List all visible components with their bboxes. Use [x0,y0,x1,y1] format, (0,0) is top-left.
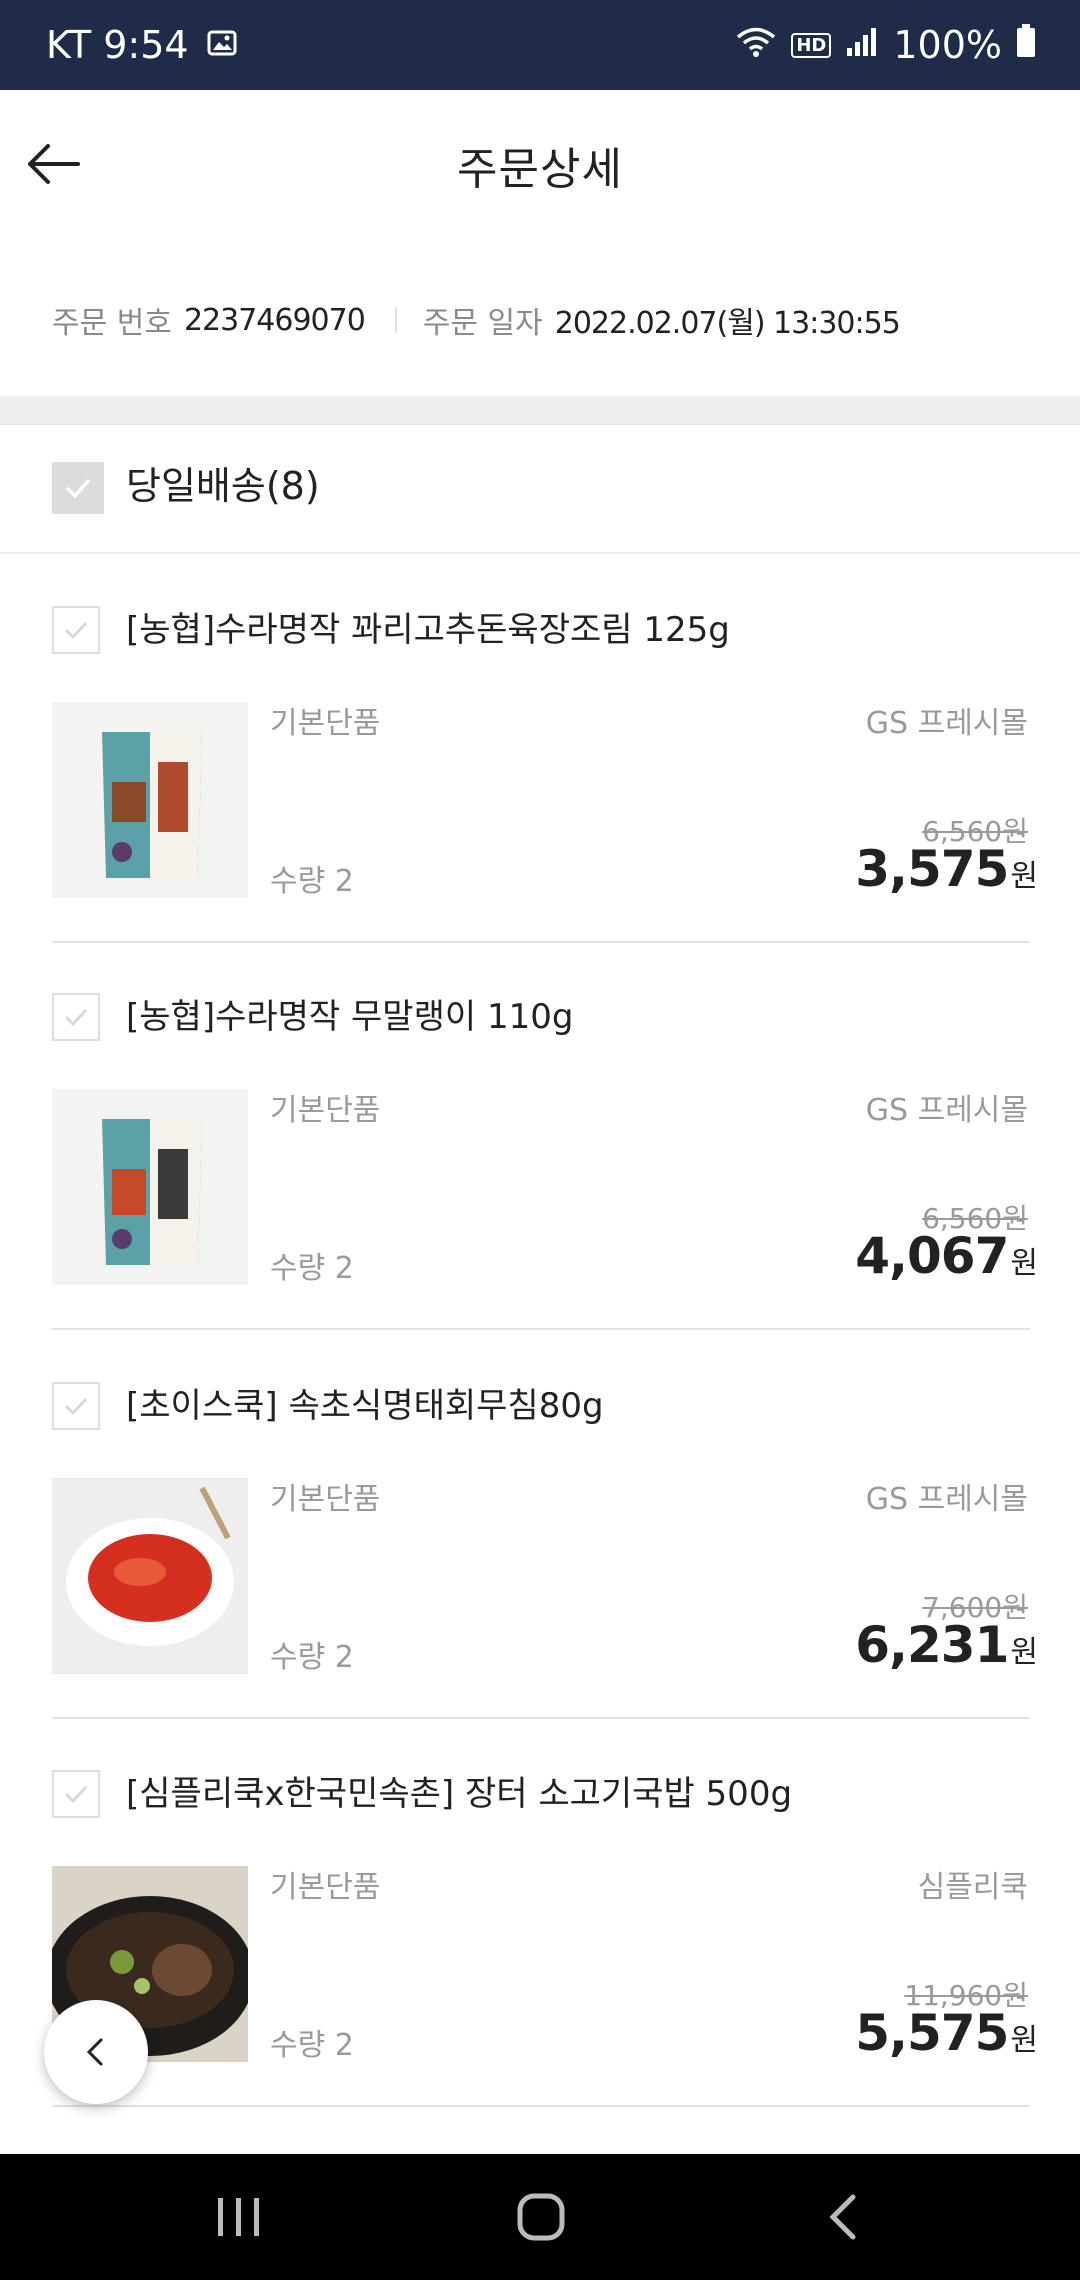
item-option: 기본단품 [270,1093,381,1128]
wifi-icon [735,23,777,67]
item-checkbox[interactable] [52,606,100,654]
item-quantity: 수량 2 [270,1251,354,1286]
product-image[interactable] [52,1478,248,1674]
order-item: [농협]수라명작 꽈리고추돈육장조림 125g 기본단품 GS 프레시몰 수량 … [0,554,1080,943]
item-option: 기본단품 [270,706,381,741]
sale-price: 4,067원 [855,1227,1038,1285]
item-name[interactable]: [농협]수라명작 무말랭이 110g [126,985,573,1049]
app-header: 주문상세 [0,90,1080,240]
sale-price-unit: 원 [1010,1635,1038,1670]
order-item: [초이스쿡] 속초식명태회무침80g 기본단품 GS 프레시몰 수량 2 7,6… [0,1330,1080,1719]
sale-price-value: 4,067 [855,1227,1009,1285]
item-checkbox[interactable] [52,1382,100,1430]
order-date-value: 2022.02.07(월) 13:30:55 [554,306,901,341]
section-divider [0,396,1080,425]
item-checkbox[interactable] [52,1770,100,1818]
item-seller: GS 프레시몰 [865,1093,1028,1128]
image-notification-icon [207,23,237,67]
chevron-left-icon [86,2038,103,2066]
battery-level: 100% [893,23,1002,67]
battery-icon [1016,23,1036,67]
order-info: 주문 번호 2237469070 주문 일자 2022.02.07(월) 13:… [52,290,901,350]
sale-price: 3,575원 [855,840,1038,898]
item-option: 기본단품 [270,1870,381,1905]
item-seller: GS 프레시몰 [865,1482,1028,1517]
system-back-icon[interactable] [808,2182,878,2252]
item-quantity: 수량 2 [270,1640,354,1675]
product-image[interactable] [52,1089,248,1285]
item-option: 기본단품 [270,1482,381,1517]
order-item: [심플리쿡x한국민속촌] 장터 소고기국밥 500g 기본단품 심플리쿡 수량 … [0,1718,1080,2107]
order-item: [농협]수라명작 무말랭이 110g 기본단품 GS 프레시몰 수량 2 6,5… [0,941,1080,1330]
page-title: 주문상세 [457,144,623,195]
sale-price-unit: 원 [1010,859,1038,894]
sale-price-value: 5,575 [855,2004,1009,2062]
item-quantity: 수량 2 [270,864,354,899]
item-seller: GS 프레시몰 [865,706,1028,741]
recent-apps-icon[interactable] [204,2182,274,2252]
item-name[interactable]: [심플리쿡x한국민속촌] 장터 소고기국밥 500g [126,1762,792,1826]
status-left: KT 9:54 [46,0,237,90]
item-name[interactable]: [초이스쿡] 속초식명태회무침80g [126,1374,604,1438]
info-separator [394,307,397,333]
status-right: HD 100% [735,0,1036,90]
hd-badge: HD [791,32,832,58]
sale-price: 6,231원 [855,1616,1038,1674]
sale-price-value: 6,231 [855,1616,1009,1674]
product-image[interactable] [52,702,248,898]
sale-price-unit: 원 [1010,1246,1038,1281]
group-checkbox[interactable] [52,462,104,514]
item-seller: 심플리쿡 [917,1870,1028,1905]
home-icon[interactable] [506,2182,576,2252]
order-number-value: 2237469070 [183,302,366,338]
back-arrow-icon[interactable] [22,132,86,196]
sale-price: 5,575원 [855,2004,1038,2062]
floating-back-button[interactable] [44,2000,148,2104]
order-date-label: 주문 일자 [422,306,543,341]
item-checkbox[interactable] [52,993,100,1041]
signal-icon [845,23,879,67]
sale-price-value: 3,575 [855,840,1009,898]
item-quantity: 수량 2 [270,2028,354,2063]
carrier-time: KT 9:54 [46,23,189,67]
sale-price-unit: 원 [1010,2023,1038,2058]
status-bar: KT 9:54 HD 100% [0,0,1080,90]
system-nav-bar [0,2154,1080,2280]
order-number-label: 주문 번호 [52,306,172,341]
delivery-group-label: 당일배송(8) [126,464,320,508]
item-divider [52,2105,1030,2107]
delivery-group-header: 당일배송(8) [0,424,1080,554]
item-name[interactable]: [농협]수라명작 꽈리고추돈육장조림 125g [126,598,730,662]
